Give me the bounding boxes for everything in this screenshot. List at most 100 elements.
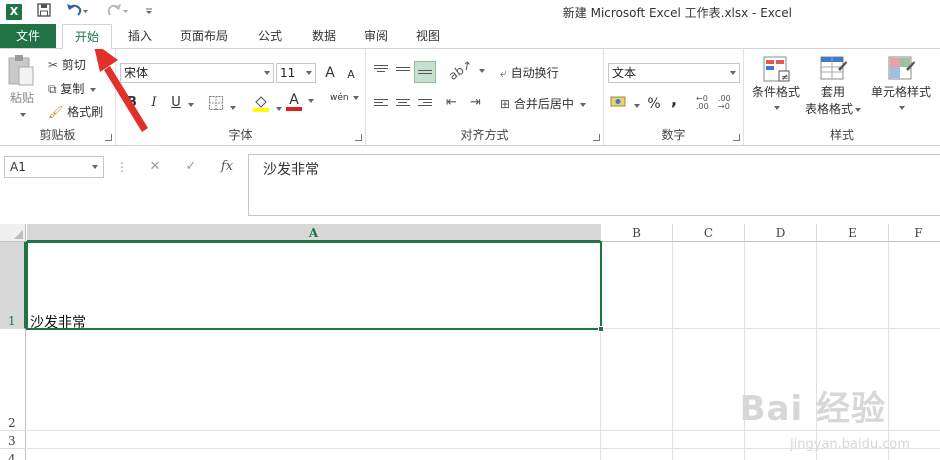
phonetic-button[interactable]: wén bbox=[330, 93, 360, 103]
decrease-decimal-icon[interactable]: .00 →0 bbox=[718, 95, 731, 111]
row-header-3[interactable]: 3 bbox=[0, 431, 26, 449]
align-top-icon[interactable] bbox=[374, 65, 388, 77]
copy-dropdown-icon[interactable] bbox=[90, 87, 97, 92]
gridline bbox=[888, 242, 889, 460]
align-left-icon[interactable] bbox=[374, 99, 388, 111]
window-title: 新建 Microsoft Excel 工作表.xlsx - Excel bbox=[562, 6, 792, 20]
tab-data[interactable]: 数据 bbox=[302, 24, 346, 48]
tab-insert[interactable]: 插入 bbox=[118, 24, 162, 48]
orientation-dropdown-icon bbox=[478, 68, 485, 73]
tab-home[interactable]: 开始 bbox=[62, 24, 112, 49]
shrink-font-button[interactable]: A bbox=[344, 66, 358, 84]
column-header-d[interactable]: D bbox=[745, 224, 817, 242]
copy-icon: ⧉ bbox=[48, 82, 57, 96]
format-as-table-label-2: 表格格式 bbox=[804, 102, 853, 116]
row-header-4[interactable]: 4 bbox=[0, 449, 26, 460]
enter-icon[interactable]: ✓ bbox=[176, 156, 206, 178]
column-header-f[interactable]: F bbox=[889, 224, 940, 242]
tab-page-layout[interactable]: 页面布局 bbox=[172, 24, 236, 48]
paste-button[interactable]: 粘贴 bbox=[6, 53, 40, 117]
font-color-button[interactable]: A bbox=[286, 93, 314, 111]
format-as-table-button[interactable]: 套用 表格格式 bbox=[802, 55, 864, 121]
number-format-select[interactable]: 文本 bbox=[608, 63, 740, 83]
align-right-icon[interactable] bbox=[418, 99, 432, 111]
merge-cells-icon: ⊞ bbox=[500, 97, 511, 111]
font-name-select[interactable]: 宋体 bbox=[120, 63, 274, 83]
cell-styles-button[interactable]: 单元格样式 bbox=[866, 55, 936, 121]
row-header-1[interactable]: 1 bbox=[0, 242, 26, 329]
conditional-formatting-label: 条件格式 bbox=[751, 85, 800, 99]
column-header-c[interactable]: C bbox=[673, 224, 745, 242]
gridline bbox=[27, 430, 940, 431]
insert-function-icon[interactable]: fx bbox=[212, 156, 242, 178]
conditional-formatting-button[interactable]: ≠ 条件格式 bbox=[748, 55, 804, 121]
increase-decimal-icon[interactable]: ←0.00 bbox=[696, 95, 709, 111]
clipboard-group-label: 剪贴板 bbox=[39, 128, 76, 142]
font-size-value: 11 bbox=[280, 66, 296, 80]
merge-center-label: 合并后居中 bbox=[513, 97, 574, 111]
fill-handle[interactable] bbox=[598, 326, 604, 332]
comma-button[interactable]: , bbox=[668, 91, 680, 109]
tab-view[interactable]: 视图 bbox=[406, 24, 450, 48]
tab-file[interactable]: 文件 bbox=[0, 24, 56, 48]
formula-bar-splitter-icon[interactable]: ⋮ bbox=[116, 160, 128, 174]
accounting-dropdown-icon bbox=[633, 103, 640, 108]
wrap-text-button[interactable]: ⤶ 自动换行 bbox=[500, 64, 559, 81]
grow-font-button[interactable]: A bbox=[322, 64, 338, 82]
conditional-formatting-icon: ≠ bbox=[763, 56, 790, 83]
title-bar: X 新建 Microsoft Excel 工作表.xlsx - Excel bbox=[0, 0, 940, 24]
column-header-e[interactable]: E bbox=[817, 224, 889, 242]
decrease-indent-icon[interactable]: ⇤ bbox=[446, 95, 457, 110]
cell-styles-dropdown-icon bbox=[899, 105, 905, 110]
wrap-text-icon: ⤶ bbox=[500, 66, 507, 80]
underline-dropdown-icon bbox=[188, 102, 194, 107]
italic-button[interactable]: I bbox=[146, 94, 162, 112]
cell-a1[interactable] bbox=[26, 241, 604, 332]
copy-button[interactable]: ⧉ 复制 bbox=[48, 80, 97, 97]
underline-button[interactable]: U bbox=[168, 94, 184, 112]
percent-button[interactable]: % bbox=[646, 95, 662, 113]
accounting-icon bbox=[610, 96, 626, 107]
cancel-icon[interactable]: ✕ bbox=[140, 156, 170, 178]
tab-formulas[interactable]: 公式 bbox=[248, 24, 292, 48]
clipboard-launcher-icon[interactable] bbox=[105, 134, 112, 141]
merge-center-button[interactable]: ⊞ 合并后居中 bbox=[500, 95, 586, 112]
align-middle-icon[interactable] bbox=[396, 67, 410, 79]
tab-review[interactable]: 审阅 bbox=[354, 24, 398, 48]
fill-color-button[interactable] bbox=[252, 94, 282, 115]
group-number: 文本 % , ←0.00 .00 →0 数字 bbox=[604, 49, 744, 145]
formula-input[interactable]: 沙发非常 bbox=[248, 154, 940, 216]
borders-button[interactable] bbox=[208, 95, 236, 114]
ribbon-tabs: 文件 开始 插入 页面布局 公式 数据 审阅 视图 bbox=[0, 24, 940, 49]
accounting-format-button[interactable] bbox=[610, 95, 640, 112]
paste-label: 粘贴 bbox=[10, 91, 35, 105]
align-center-icon[interactable] bbox=[396, 99, 410, 111]
row-header-2[interactable]: 2 bbox=[0, 329, 26, 431]
font-launcher-icon[interactable] bbox=[355, 134, 362, 141]
name-box[interactable]: A1 bbox=[4, 156, 104, 178]
orientation-button[interactable]: ab↗ bbox=[446, 57, 485, 83]
group-alignment: ab↗ ⤶ 自动换行 ⇤ ⇥ ⊞ 合并后居中 对齐方式 bbox=[366, 49, 604, 145]
conditional-formatting-dropdown-icon bbox=[774, 105, 780, 110]
number-launcher-icon[interactable] bbox=[733, 134, 740, 141]
align-bottom-button[interactable] bbox=[414, 61, 436, 83]
format-as-table-icon bbox=[820, 56, 847, 80]
format-painter-button[interactable]: 🖌 格式刷 bbox=[48, 103, 103, 120]
select-all-button[interactable] bbox=[0, 224, 26, 242]
cut-button[interactable]: ✂ 剪切 bbox=[48, 56, 86, 73]
font-name-value: 宋体 bbox=[124, 66, 149, 80]
gridline bbox=[672, 242, 673, 460]
font-size-select[interactable]: 11 bbox=[276, 63, 316, 83]
formula-bar: A1 ⋮ ✕ ✓ fx 沙发非常 bbox=[0, 146, 940, 224]
column-header-b[interactable]: B bbox=[601, 224, 673, 242]
styles-group-label: 样式 bbox=[829, 128, 854, 142]
cell-styles-label: 单元格样式 bbox=[870, 85, 931, 99]
cut-label: 剪切 bbox=[61, 58, 86, 72]
increase-indent-icon[interactable]: ⇥ bbox=[470, 95, 481, 110]
bold-button[interactable]: B bbox=[124, 94, 140, 112]
column-header-a[interactable]: A bbox=[27, 224, 601, 242]
copy-label: 复制 bbox=[60, 82, 85, 96]
alignment-launcher-icon[interactable] bbox=[593, 134, 600, 141]
paste-dropdown-icon[interactable] bbox=[20, 112, 26, 117]
underline-dropdown[interactable] bbox=[186, 97, 194, 111]
